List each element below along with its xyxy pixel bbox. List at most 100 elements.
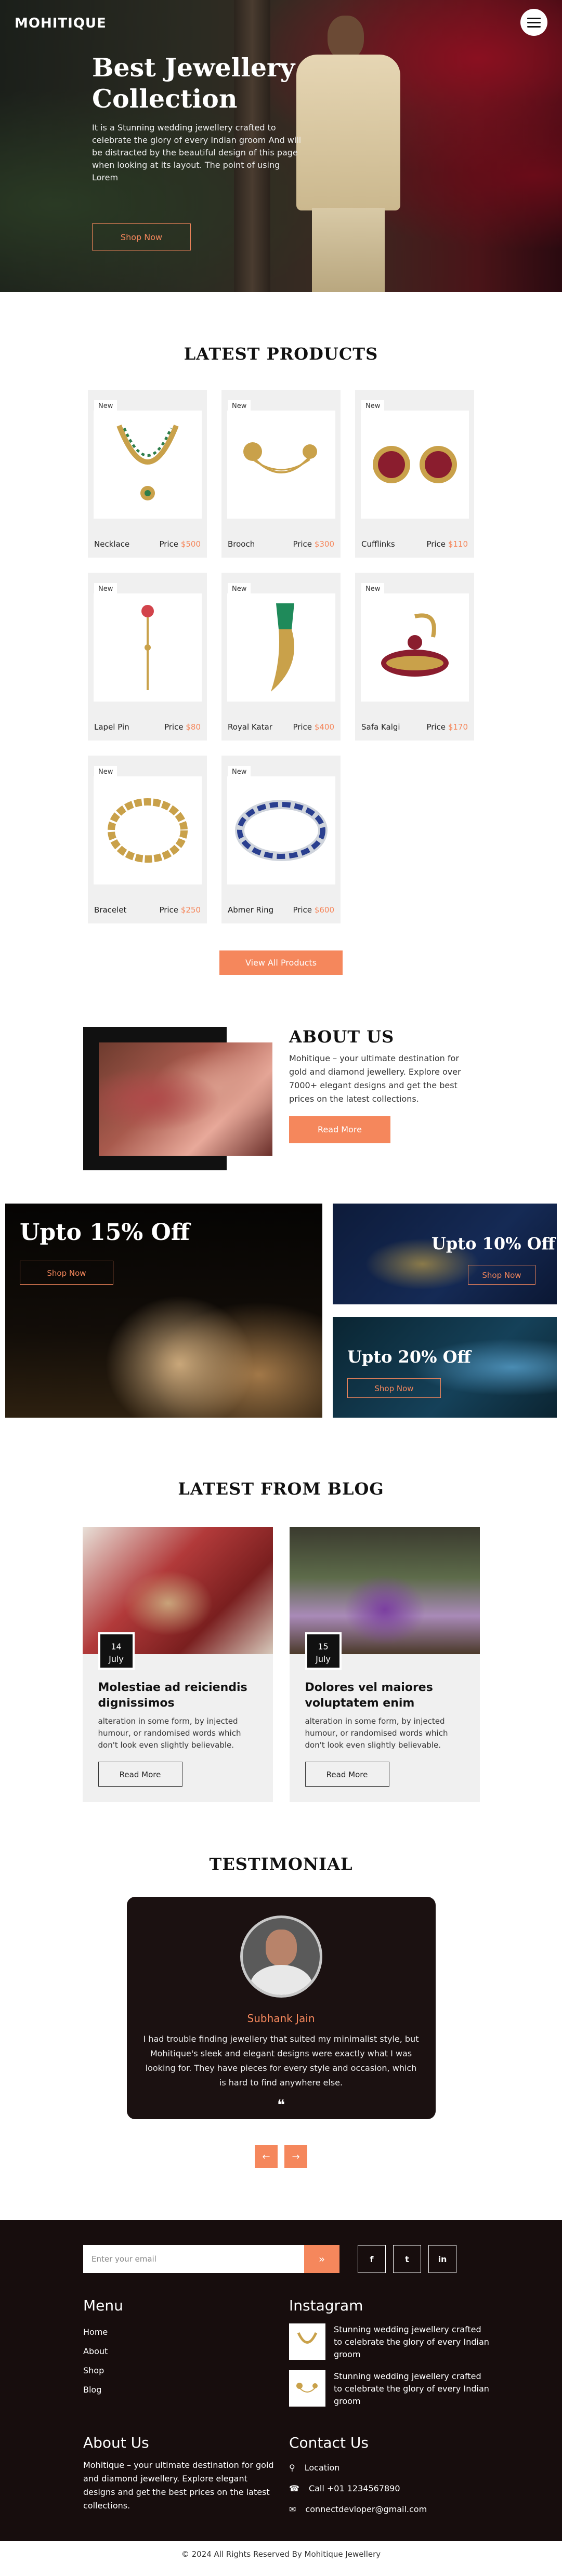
abmer-ring-image	[227, 776, 335, 884]
hero-section: MOHITIQUE Best Jewellery Collection It i…	[0, 0, 562, 292]
contact-location[interactable]: ⚲ Location	[289, 2458, 427, 2478]
new-badge: New	[228, 400, 251, 412]
offer-banner-20[interactable]: Upto 20% Off Shop Now	[333, 1317, 557, 1418]
product-card[interactable]: New Necklace Price $500	[88, 390, 207, 558]
twitter-icon[interactable]: t	[393, 2245, 421, 2273]
product-card[interactable]: New Lapel Pin Price $80	[88, 573, 207, 741]
product-name: Brooch	[228, 539, 255, 549]
footer-link-blog[interactable]: Blog	[83, 2380, 123, 2399]
product-name: Bracelet	[94, 905, 127, 915]
instagram-thumbnail	[289, 2323, 325, 2360]
phone-icon: ☎	[289, 2483, 299, 2493]
next-arrow-icon[interactable]: →	[284, 2145, 307, 2168]
hero-shop-now-button[interactable]: Shop Now	[92, 223, 191, 250]
product-price: $170	[448, 722, 468, 732]
testimonial-text: I had trouble finding jewellery that sui…	[143, 2034, 419, 2088]
footer-link-home[interactable]: Home	[83, 2322, 123, 2342]
product-card[interactable]: New Bracelet Price $250	[88, 756, 207, 923]
product-card[interactable]: New Safa Kalgi Price $170	[355, 573, 474, 741]
blog-post-card[interactable]: 14 July Molestiae ad reiciendis dignissim…	[82, 1527, 273, 1802]
hero-title: Best Jewellery Collection	[92, 52, 295, 114]
product-price: $80	[186, 722, 201, 732]
linkedin-icon[interactable]: in	[428, 2245, 456, 2273]
offer-title: Upto 20% Off	[347, 1347, 471, 1367]
hero-description: It is a Stunning wedding jewellery craft…	[92, 123, 302, 182]
newsletter-submit-button[interactable]: »	[304, 2245, 339, 2273]
copyright-text: © 2024 All Rights Reserved By Mohitique …	[0, 2541, 562, 2567]
contact-email[interactable]: ✉ connectdevloper@gmail.com	[289, 2499, 427, 2520]
blog-post-title[interactable]: Dolores vel maiores voluptatem enim	[305, 1680, 464, 1711]
offer-banner-10[interactable]: Upto 10% Off Shop Now	[333, 1204, 557, 1304]
footer-contact: Contact Us ⚲ Location ☎ Call +01 123456789…	[289, 2434, 427, 2520]
hero-content: Best Jewellery Collection It is a Stunni…	[92, 52, 305, 250]
instagram-post-text: Stunning wedding jewellery crafted to ce…	[334, 2324, 489, 2359]
offer-banner-15[interactable]: Upto 15% Off Shop Now	[5, 1204, 322, 1418]
new-badge: New	[94, 766, 117, 778]
prev-arrow-icon[interactable]: ←	[255, 2145, 278, 2168]
newsletter-email-input[interactable]: Enter your email	[83, 2245, 304, 2273]
hamburger-menu-icon[interactable]	[520, 9, 547, 36]
testimonial-title: TESTIMONIAL	[209, 1854, 353, 1874]
product-price: $400	[314, 722, 334, 732]
new-badge: New	[361, 583, 385, 595]
instagram-post-text: Stunning wedding jewellery crafted to ce…	[334, 2371, 489, 2406]
product-name: Abmer Ring	[228, 905, 274, 915]
avatar	[240, 1916, 322, 1998]
blog-post-excerpt: alteration in some form, by injected hum…	[98, 1716, 241, 1750]
instagram-thumbnail	[289, 2370, 325, 2407]
offer-shop-now-button[interactable]: Shop Now	[468, 1265, 535, 1285]
blog-read-more-button[interactable]: Read More	[305, 1762, 389, 1787]
about-content: ABOUT US Mohitique – your ultimate desti…	[289, 1027, 479, 1143]
footer-link-shop[interactable]: Shop	[83, 2361, 123, 2380]
footer-instagram-title: Instagram	[289, 2297, 363, 2314]
brooch-image	[227, 411, 335, 519]
blog-post-image: 14 July	[82, 1527, 273, 1670]
product-name: Royal Katar	[228, 722, 272, 732]
lapel-pin-image	[93, 593, 202, 702]
blog-read-more-button[interactable]: Read More	[98, 1762, 182, 1787]
footer-instagram: Instagram Stunning wedding jewellery cra…	[289, 2297, 490, 2408]
new-badge: New	[94, 400, 117, 412]
product-name: Lapel Pin	[94, 722, 129, 732]
blog-title: LATEST FROM BLOG	[178, 1479, 384, 1499]
offer-title: Upto 10% Off	[432, 1234, 555, 1253]
product-price: $600	[314, 905, 334, 915]
about-read-more-button[interactable]: Read More	[289, 1116, 390, 1143]
product-card[interactable]: New Cufflinks Price $110	[355, 390, 474, 558]
blog-post-date: 15 July	[305, 1632, 342, 1670]
latest-products-section: LATEST PRODUCTS New Necklace Price $500 N…	[0, 292, 562, 975]
instagram-post[interactable]: Stunning wedding jewellery crafted to ce…	[289, 2323, 490, 2361]
facebook-icon[interactable]: f	[358, 2245, 386, 2273]
contact-phone[interactable]: ☎ Call +01 1234567890	[289, 2478, 427, 2499]
testimonial-section: TESTIMONIAL Subhank Jain I had trouble f…	[0, 1802, 562, 2168]
offers-section: Upto 15% Off Shop Now Upto 10% Off Shop …	[0, 1204, 562, 1427]
view-all-products-button[interactable]: View All Products	[219, 950, 343, 975]
product-name: Safa Kalgi	[361, 722, 400, 732]
footer-about-text: Mohitique – your ultimate destination fo…	[83, 2460, 274, 2511]
blog-post-excerpt: alteration in some form, by injected hum…	[305, 1716, 448, 1750]
new-badge: New	[94, 583, 117, 595]
product-price: $500	[180, 539, 201, 549]
about-section: ABOUT US Mohitique – your ultimate desti…	[0, 1027, 562, 1204]
product-card[interactable]: New Royal Katar Price $400	[221, 573, 341, 741]
product-price: $250	[180, 905, 201, 915]
cufflinks-image	[360, 411, 469, 519]
offer-shop-now-button[interactable]: Shop Now	[20, 1261, 113, 1285]
safa-kalgi-image	[360, 593, 469, 702]
about-image	[99, 1042, 272, 1156]
new-badge: New	[228, 583, 251, 595]
blog-post-title[interactable]: Molestiae ad reiciendis dignissimos	[98, 1680, 257, 1711]
footer-menu: Menu Home About Shop Blog	[83, 2297, 123, 2399]
footer-link-about[interactable]: About	[83, 2342, 123, 2361]
hero-model-image	[296, 5, 400, 292]
offer-shop-now-button[interactable]: Shop Now	[347, 1378, 441, 1398]
testimonial-name: Subhank Jain	[247, 2012, 315, 2025]
instagram-post[interactable]: Stunning wedding jewellery crafted to ce…	[289, 2370, 490, 2408]
product-card[interactable]: New Brooch Price $300	[221, 390, 341, 558]
blog-post-card[interactable]: 15 July Dolores vel maiores voluptatem en…	[289, 1527, 480, 1802]
blog-section: LATEST FROM BLOG 14 July Molestiae ad rei…	[0, 1427, 562, 1802]
site-logo[interactable]: MOHITIQUE	[15, 16, 107, 31]
about-title: ABOUT US	[289, 1027, 395, 1047]
product-card[interactable]: New Abmer Ring Price $600	[221, 756, 341, 923]
products-grid: New Necklace Price $500 New Brooch Price $…	[88, 390, 474, 923]
